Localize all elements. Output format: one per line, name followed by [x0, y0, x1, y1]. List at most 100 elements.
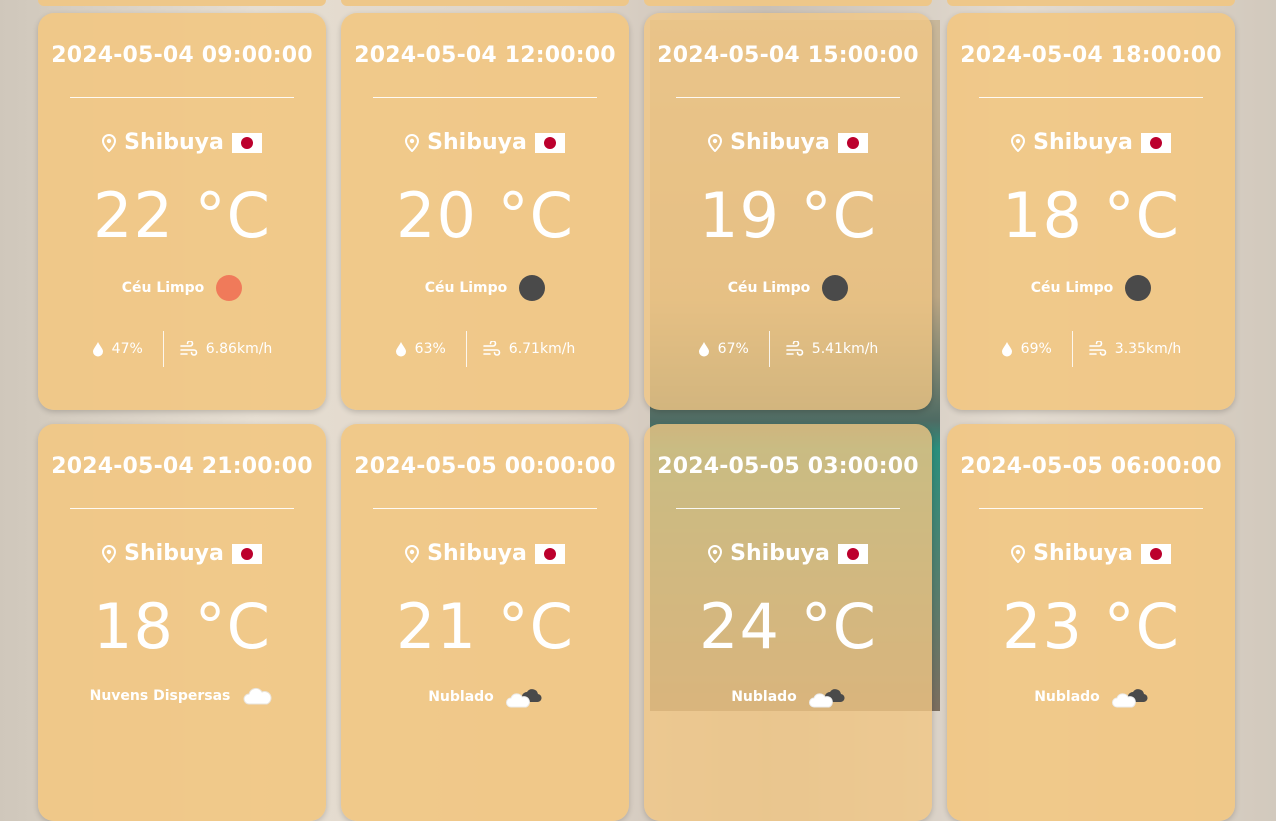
condition-label: Céu Limpo [727, 280, 811, 296]
humidity-stat: 67% [698, 341, 769, 357]
wind-value: 6.86km/h [205, 341, 273, 357]
japan-flag-icon [534, 543, 565, 564]
forecast-card[interactable]: 2024-05-05 06:00:00 Shibuya 23 °C Nublad… [947, 424, 1235, 821]
card-datetime: 2024-05-04 18:00:00 [960, 43, 1222, 68]
card-location: Shibuya [341, 130, 629, 155]
temperature: 22 °C [93, 179, 271, 252]
card-divider [979, 508, 1203, 509]
card-stats: 47% 6.86km/h [38, 331, 326, 367]
dark-clouds-icon [505, 686, 542, 708]
forecast-card[interactable]: 2024-05-04 09:00:00 Shibuya 22 °C Céu Li… [38, 13, 326, 410]
card-strip [341, 0, 629, 6]
card-location: Shibuya [644, 130, 932, 155]
japan-flag-icon [534, 132, 565, 153]
humidity-value: 63% [414, 341, 446, 357]
card-divider [676, 97, 900, 98]
location-name: Shibuya [1033, 541, 1133, 566]
temperature: 23 °C [1002, 590, 1180, 663]
condition: Nuvens Dispersas [38, 686, 326, 706]
condition-label: Nublado [1034, 689, 1100, 705]
location-pin-icon [1011, 544, 1026, 563]
forecast-card[interactable]: 2024-05-05 00:00:00 Shibuya 21 °C Nublad… [341, 424, 629, 821]
wind-icon [482, 341, 501, 357]
card-strip [947, 0, 1235, 6]
condition: Nublado [644, 686, 932, 708]
location-pin-icon [102, 133, 117, 152]
temperature: 18 °C [1002, 179, 1180, 252]
location-name: Shibuya [427, 130, 527, 155]
water-drop-icon [698, 341, 710, 357]
humidity-stat: 63% [395, 341, 466, 357]
card-divider [70, 97, 294, 98]
humidity-value: 69% [1020, 341, 1052, 357]
condition: Céu Limpo [341, 275, 629, 301]
wind-icon [1088, 341, 1107, 357]
card-stats: 63% 6.71km/h [341, 331, 629, 367]
card-location: Shibuya [947, 130, 1235, 155]
condition: Céu Limpo [644, 275, 932, 301]
wind-stat: 3.35km/h [1073, 341, 1182, 357]
moon-dot-icon [519, 275, 546, 301]
cloud-icon [242, 686, 274, 706]
condition-label: Nublado [428, 689, 494, 705]
moon-dot-icon [822, 275, 849, 301]
japan-flag-icon [837, 543, 868, 564]
water-drop-icon [92, 341, 104, 357]
location-pin-icon [708, 133, 723, 152]
card-location: Shibuya [644, 541, 932, 566]
card-datetime: 2024-05-05 00:00:00 [354, 454, 616, 479]
card-datetime: 2024-05-05 06:00:00 [960, 454, 1222, 479]
card-location: Shibuya [341, 541, 629, 566]
wind-value: 5.41km/h [811, 341, 879, 357]
forecast-card[interactable]: 2024-05-04 15:00:00 Shibuya 19 °C Céu Li… [644, 13, 932, 410]
card-stats: 67% 5.41km/h [644, 331, 932, 367]
card-divider [70, 508, 294, 509]
card-divider [373, 97, 597, 98]
condition-label: Céu Limpo [121, 280, 205, 296]
card-datetime: 2024-05-04 12:00:00 [354, 43, 616, 68]
temperature: 20 °C [396, 179, 574, 252]
location-name: Shibuya [730, 541, 830, 566]
condition: Nublado [341, 686, 629, 708]
location-name: Shibuya [1033, 130, 1133, 155]
condition: Céu Limpo [38, 275, 326, 301]
wind-stat: 6.71km/h [467, 341, 575, 357]
card-datetime: 2024-05-04 09:00:00 [51, 43, 313, 68]
card-strip [38, 0, 326, 6]
condition-label: Nublado [731, 689, 797, 705]
wind-value: 3.35km/h [1114, 341, 1182, 357]
location-pin-icon [1011, 133, 1026, 152]
forecast-card[interactable]: 2024-05-05 03:00:00 Shibuya 24 °C Nublad… [644, 424, 932, 821]
japan-flag-icon [837, 132, 868, 153]
card-datetime: 2024-05-04 15:00:00 [657, 43, 919, 68]
japan-flag-icon [1140, 543, 1171, 564]
card-location: Shibuya [38, 541, 326, 566]
card-divider [676, 508, 900, 509]
location-name: Shibuya [124, 130, 224, 155]
condition-label: Céu Limpo [424, 280, 508, 296]
location-pin-icon [405, 544, 420, 563]
location-name: Shibuya [730, 130, 830, 155]
water-drop-icon [395, 341, 407, 357]
card-divider [373, 508, 597, 509]
location-pin-icon [102, 544, 117, 563]
humidity-stat: 69% [1001, 341, 1072, 357]
card-location: Shibuya [38, 130, 326, 155]
humidity-value: 47% [111, 341, 143, 357]
condition-label: Nuvens Dispersas [89, 688, 231, 704]
temperature: 24 °C [699, 590, 877, 663]
card-strip [644, 0, 932, 6]
japan-flag-icon [231, 543, 262, 564]
forecast-card[interactable]: 2024-05-04 18:00:00 Shibuya 18 °C Céu Li… [947, 13, 1235, 410]
japan-flag-icon [231, 132, 262, 153]
humidity-value: 67% [717, 341, 749, 357]
card-divider [979, 97, 1203, 98]
temperature: 19 °C [699, 179, 877, 252]
card-datetime: 2024-05-05 03:00:00 [657, 454, 919, 479]
forecast-card[interactable]: 2024-05-04 12:00:00 Shibuya 20 °C Céu Li… [341, 13, 629, 410]
dark-clouds-icon [808, 686, 845, 708]
card-stats: 69% 3.35km/h [947, 331, 1235, 367]
moon-dot-icon [1125, 275, 1152, 301]
wind-stat: 6.86km/h [164, 341, 273, 357]
forecast-card[interactable]: 2024-05-04 21:00:00 Shibuya 18 °C Nuvens… [38, 424, 326, 821]
